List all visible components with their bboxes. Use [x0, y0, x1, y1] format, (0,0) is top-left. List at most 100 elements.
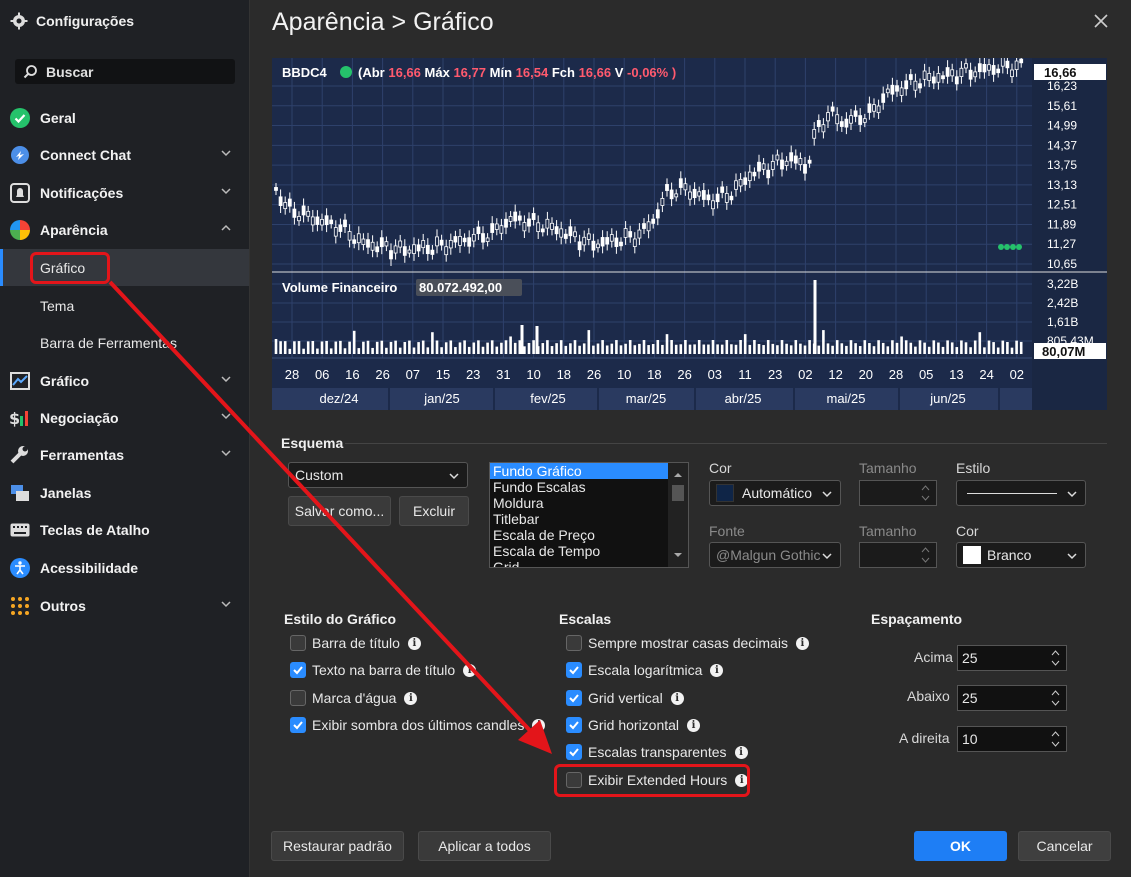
info-icon[interactable]: i	[710, 663, 724, 677]
checkbox[interactable]	[566, 635, 582, 651]
list-item[interactable]: Fundo Gráfico	[490, 463, 668, 479]
info-icon[interactable]: i	[687, 718, 701, 732]
list-item[interactable]: Escala de Preço	[490, 527, 688, 543]
month-tick-label: mar/25	[626, 391, 666, 406]
info-icon[interactable]: i	[532, 718, 546, 732]
checkbox-escala-logaritmica[interactable]: Escala logarítmica i	[566, 659, 724, 681]
info-icon[interactable]: i	[734, 745, 748, 759]
delete-button[interactable]: Excluir	[399, 496, 469, 526]
list-item[interactable]: Titlebar	[490, 511, 688, 527]
font-color-select[interactable]: Branco	[956, 542, 1086, 568]
candle-body	[1019, 58, 1024, 64]
checkbox-casas-decimais[interactable]: Sempre mostrar casas decimais i	[566, 632, 809, 654]
sidebar-item-acessibilidade[interactable]: Acessibilidade	[0, 549, 249, 586]
checkbox[interactable]	[290, 635, 306, 651]
volume-bar	[693, 344, 696, 354]
checkbox-grid-vertical[interactable]: Grid vertical i	[566, 687, 684, 709]
list-item[interactable]: Grid	[490, 559, 688, 567]
candle-body	[609, 234, 614, 242]
sidebar-item-negociacao[interactable]: $ Negociação	[0, 399, 249, 436]
sidebar-subitem-tema[interactable]: Tema	[0, 287, 249, 324]
volume-bar	[647, 345, 650, 354]
checkbox-texto-barra-titulo[interactable]: Texto na barra de título i	[290, 659, 477, 681]
listbox-scrollbar[interactable]	[668, 463, 688, 567]
sidebar-subitem-barra-ferramentas[interactable]: Barra de Ferramentas	[0, 324, 249, 361]
volume-bar	[780, 340, 784, 354]
abaixo-spinner[interactable]: 25	[957, 685, 1067, 711]
checkbox[interactable]	[290, 717, 306, 733]
candle-body	[642, 223, 646, 229]
abaixo-value: 25	[962, 690, 978, 706]
candle-body	[706, 194, 711, 201]
ok-button[interactable]: OK	[914, 831, 1007, 861]
month-tick-label: abr/25	[725, 391, 762, 406]
direita-spinner[interactable]: 10	[957, 726, 1067, 752]
sidebar-item-janelas[interactable]: Janelas	[0, 474, 249, 511]
sidebar-item-notificacoes[interactable]: Notificações	[0, 174, 249, 211]
info-icon[interactable]: i	[404, 691, 418, 705]
volume-bar	[283, 341, 287, 354]
checkbox-marca-dagua[interactable]: Marca d'água i	[290, 687, 418, 709]
candle-body	[568, 226, 573, 237]
checkbox[interactable]	[566, 744, 582, 760]
sidebar-item-ferramentas[interactable]: Ferramentas	[0, 436, 249, 473]
volume-bar	[573, 340, 577, 354]
checkbox[interactable]	[290, 662, 306, 678]
acima-label: Acima	[914, 649, 953, 665]
save-as-button[interactable]: Salvar como...	[288, 496, 391, 526]
sidebar-item-teclas-atalho[interactable]: Teclas de Atalho	[0, 511, 249, 548]
windows-icon	[9, 482, 31, 504]
font-select[interactable]: @Malgun Gothic	[709, 542, 841, 568]
sidebar-item-geral[interactable]: Geral	[0, 99, 249, 136]
info-icon[interactable]: i	[670, 691, 684, 705]
checkbox-barra-titulo[interactable]: Barra de título i	[290, 632, 421, 654]
candle-body	[458, 236, 462, 246]
checkbox-sombra-candles[interactable]: Exibir sombra dos últimos candles i	[290, 714, 546, 736]
element-listbox[interactable]: Fundo Gráfico Fundo Escalas Moldura Titl…	[489, 462, 689, 568]
candle-body	[872, 104, 876, 112]
candle-body	[793, 155, 798, 164]
cancel-button[interactable]: Cancelar	[1018, 831, 1111, 861]
sidebar-item-grafico[interactable]: Gráfico	[0, 362, 249, 399]
sidebar-item-aparencia[interactable]: Aparência	[0, 211, 249, 248]
sidebar-item-outros[interactable]: Outros	[0, 587, 249, 624]
candle-body	[1005, 60, 1010, 69]
apply-all-button[interactable]: Aplicar a todos	[418, 831, 551, 861]
checkbox-grid-horizontal[interactable]: Grid horizontal i	[566, 714, 701, 736]
acima-spinner[interactable]: 25	[957, 645, 1067, 671]
checkbox[interactable]	[566, 662, 582, 678]
date-tick-label: 06	[315, 367, 329, 382]
page-title: Aparência > Gráfico	[272, 8, 494, 36]
info-icon[interactable]: i	[795, 636, 809, 650]
candle-body	[867, 103, 872, 113]
list-item[interactable]: Fundo Escalas	[490, 479, 688, 495]
candle-body	[485, 237, 490, 243]
line-style-select[interactable]	[956, 480, 1086, 506]
date-tick-label: 20	[859, 367, 873, 382]
checkbox[interactable]	[566, 717, 582, 733]
checkbox[interactable]	[566, 690, 582, 706]
info-icon[interactable]: i	[463, 663, 477, 677]
volume-bar	[481, 346, 485, 354]
size-spinner[interactable]	[859, 480, 937, 506]
volume-tick-label: 3,22B	[1047, 277, 1078, 291]
font-size-spinner[interactable]	[859, 542, 937, 568]
color-select[interactable]: Automático	[709, 480, 841, 506]
candle-body	[398, 240, 403, 248]
candle-body	[826, 112, 830, 122]
scheme-select[interactable]: Custom	[288, 462, 468, 488]
restore-default-button[interactable]: Restaurar padrão	[271, 831, 404, 861]
checkbox[interactable]	[290, 690, 306, 706]
list-item[interactable]: Escala de Tempo	[490, 543, 688, 559]
list-item[interactable]: Moldura	[490, 495, 688, 511]
estilo-grafico-title: Estilo do Gráfico	[284, 611, 397, 627]
sidebar-item-connect-chat[interactable]: Connect Chat	[0, 136, 249, 173]
volume-bar	[987, 340, 991, 354]
volume-bar	[973, 340, 977, 354]
candle-body	[278, 196, 283, 207]
volume-bar	[339, 340, 342, 354]
search-input[interactable]: Buscar	[15, 59, 235, 84]
close-icon[interactable]	[1093, 13, 1109, 29]
checkbox-escalas-transparentes[interactable]: Escalas transparentes i	[566, 741, 748, 763]
info-icon[interactable]: i	[407, 636, 421, 650]
